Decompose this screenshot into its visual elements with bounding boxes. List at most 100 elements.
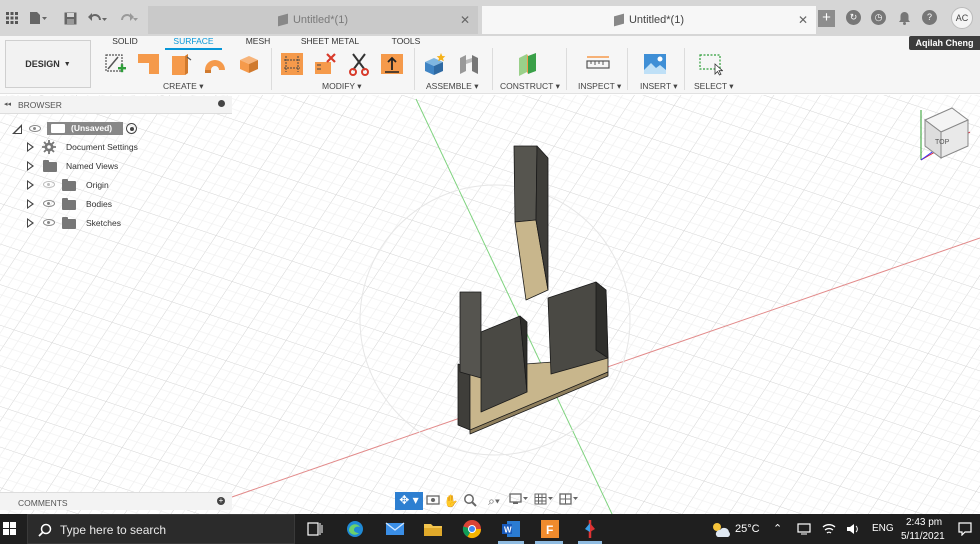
3d-viewport[interactable]: TOP	[0, 95, 980, 514]
clock-date[interactable]: 5/11/2021	[901, 531, 945, 542]
loft-icon[interactable]	[237, 52, 261, 76]
language-indicator[interactable]: ENG	[872, 523, 894, 534]
modify-group-label[interactable]: MODIFY ▾	[322, 81, 362, 92]
notification-center-icon[interactable]	[958, 522, 972, 536]
measure-icon[interactable]	[586, 52, 610, 76]
edge-browser-icon[interactable]	[345, 519, 365, 539]
display-settings-icon[interactable]	[508, 493, 530, 509]
zoom-window-icon[interactable]: ⌕▾	[483, 493, 505, 509]
windows-start-icon[interactable]	[3, 522, 17, 536]
weather-icon[interactable]	[710, 521, 730, 537]
assemble-group-label[interactable]: ASSEMBLE ▾	[426, 81, 478, 92]
visibility-eye-icon[interactable]	[43, 219, 55, 226]
insert-group-label[interactable]: INSERT ▾	[640, 81, 678, 92]
scissors-icon[interactable]	[347, 52, 371, 76]
joint-icon[interactable]	[457, 52, 481, 76]
extrude-surface-icon[interactable]	[137, 52, 161, 76]
expand-triangle-icon[interactable]	[27, 218, 34, 228]
viewports-icon[interactable]	[558, 493, 580, 509]
tree-item-bodies[interactable]: Bodies	[86, 196, 112, 212]
root-component[interactable]: (Unsaved)	[47, 122, 123, 135]
inspect-group-label[interactable]: INSPECT ▾	[578, 81, 621, 92]
hidden-eye-icon[interactable]	[43, 181, 55, 188]
taskbar-search-box[interactable]: Type here to search	[27, 514, 295, 544]
close-icon[interactable]: ✕	[460, 13, 470, 27]
extensions-icon[interactable]: ↻	[846, 10, 861, 25]
tab-untitled-2[interactable]: Untitled*(1) ✕	[482, 6, 816, 34]
design-label: DESIGN	[25, 59, 60, 69]
autodesk-app-icon[interactable]	[580, 519, 600, 539]
mail-icon[interactable]	[385, 519, 405, 539]
avatar[interactable]: AC	[951, 7, 973, 29]
notifications-bell-icon[interactable]	[894, 8, 914, 28]
tree-item-document-settings[interactable]: Document Settings	[66, 139, 138, 155]
comments-title: COMMENTS	[18, 498, 68, 508]
create-group-label[interactable]: CREATE ▾	[163, 81, 204, 92]
create-sketch-icon[interactable]	[104, 52, 128, 76]
user-name[interactable]: Aqilah Cheng	[909, 36, 980, 50]
construct-group-label[interactable]: CONSTRUCT ▾	[500, 81, 560, 92]
select-window-icon[interactable]	[699, 52, 723, 76]
revolve-icon[interactable]	[169, 52, 193, 76]
visibility-eye-icon[interactable]	[43, 200, 55, 207]
viewcube-top-label: TOP	[935, 139, 950, 146]
wifi-icon[interactable]	[822, 522, 836, 536]
tab-untitled-1[interactable]: Untitled*(1) ✕	[148, 6, 478, 34]
insert-image-icon[interactable]	[643, 52, 667, 76]
tab-solid[interactable]: SOLID	[112, 36, 138, 50]
help-icon[interactable]: ?	[922, 10, 937, 25]
visibility-eye-icon[interactable]	[29, 125, 41, 132]
zoom-icon[interactable]	[462, 493, 478, 509]
activate-radio-icon[interactable]	[126, 123, 137, 134]
new-component-icon[interactable]	[423, 52, 447, 76]
volume-icon[interactable]	[846, 522, 860, 536]
task-view-icon[interactable]	[305, 519, 325, 539]
select-group-label[interactable]: SELECT ▾	[694, 81, 734, 92]
chevron-up-icon[interactable]: ⌃	[773, 522, 782, 535]
pan-hand-icon[interactable]: ✋	[443, 493, 459, 509]
expand-triangle-icon[interactable]	[27, 180, 34, 190]
expand-triangle-icon[interactable]	[27, 161, 34, 171]
app-grid-icon[interactable]	[2, 8, 22, 28]
tab-sheet-metal[interactable]: SHEET METAL	[300, 36, 360, 50]
clock-time[interactable]: 2:43 pm	[906, 517, 942, 528]
group-divider	[627, 48, 628, 90]
grid-settings-icon[interactable]	[533, 493, 555, 509]
undo-icon[interactable]	[87, 8, 107, 28]
add-comment-icon[interactable]: +	[217, 497, 225, 505]
untrim-icon[interactable]	[313, 52, 337, 76]
tree-item-sketches[interactable]: Sketches	[86, 215, 121, 231]
camera-icon[interactable]	[425, 493, 441, 509]
tab-tools[interactable]: TOOLS	[390, 36, 422, 50]
save-icon[interactable]	[60, 8, 80, 28]
document-icon	[613, 13, 624, 27]
expand-triangle-icon[interactable]	[27, 142, 34, 152]
offset-plane-icon[interactable]	[516, 52, 540, 76]
job-status-icon[interactable]: ◷	[871, 10, 886, 25]
expand-triangle-icon[interactable]	[27, 199, 34, 209]
close-icon[interactable]: ✕	[798, 13, 808, 27]
fusion-360-icon[interactable]: F	[540, 519, 560, 539]
network-display-icon[interactable]	[797, 523, 811, 535]
collapse-icon[interactable]: ◂◂	[4, 100, 11, 108]
tree-item-named-views[interactable]: Named Views	[66, 158, 118, 174]
tab-mesh[interactable]: MESH	[244, 36, 272, 50]
tab-label: Untitled*(1)	[628, 14, 685, 26]
orbit-move-icon[interactable]: ✥ ▾	[395, 492, 423, 510]
extend-icon[interactable]	[380, 52, 404, 76]
design-workspace-button[interactable]: DESIGN ▼	[5, 40, 91, 88]
redo-icon[interactable]	[118, 8, 138, 28]
expand-triangle-icon[interactable]	[12, 124, 22, 134]
chrome-icon[interactable]	[462, 519, 482, 539]
browser-pin-icon[interactable]	[218, 100, 225, 107]
trim-icon[interactable]	[280, 52, 304, 76]
word-icon[interactable]: W	[501, 519, 521, 539]
tree-root[interactable]	[12, 121, 22, 137]
file-explorer-icon[interactable]	[423, 519, 443, 539]
tree-item-origin[interactable]: Origin	[86, 177, 109, 193]
ground-grid	[0, 95, 980, 514]
sweep-icon[interactable]	[203, 52, 227, 76]
new-tab-plus-icon[interactable]: +	[818, 10, 835, 27]
tab-surface[interactable]: SURFACE	[165, 36, 222, 50]
file-menu-icon[interactable]	[28, 8, 48, 28]
